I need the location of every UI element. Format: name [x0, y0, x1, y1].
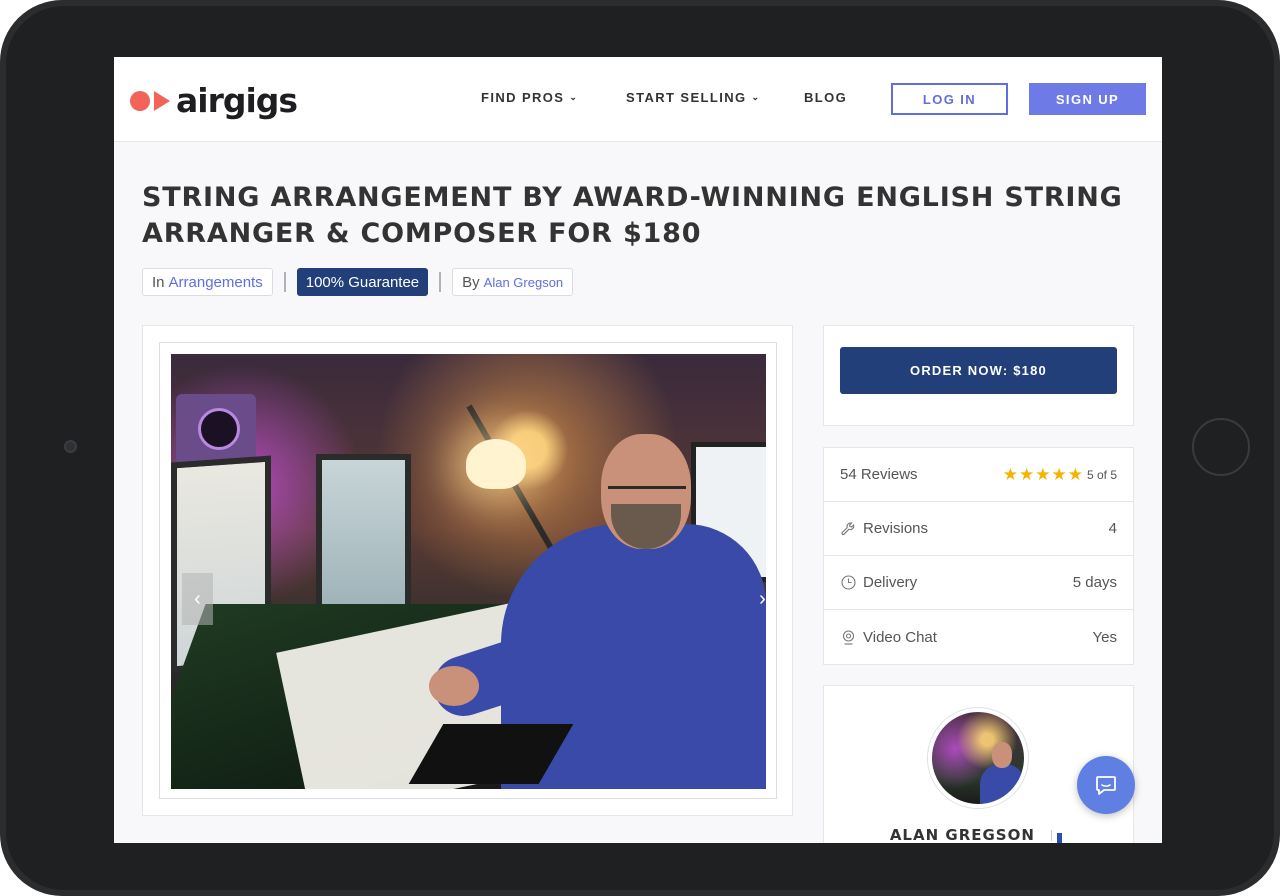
category-link[interactable]: Arrangements — [169, 274, 263, 291]
seller-link[interactable]: Alan Gregson — [484, 275, 564, 290]
photo-monitor — [316, 454, 411, 614]
tablet-camera — [64, 440, 77, 453]
gallery-next-button[interactable]: › — [747, 573, 766, 625]
photo-person-glasses — [608, 486, 686, 500]
divider — [283, 272, 286, 292]
site-header: airgigs FIND PROS ⌄ START SELLING ⌄ BLOG… — [114, 57, 1162, 142]
delivery-value: 5 days — [1072, 574, 1117, 591]
signup-button[interactable]: SIGN UP — [1029, 83, 1146, 115]
logo-play-icon — [154, 91, 170, 111]
star-icon: ★ — [1018, 465, 1035, 484]
site-logo[interactable]: airgigs — [130, 81, 298, 120]
webcam-icon — [840, 629, 856, 645]
divider — [439, 272, 442, 292]
flag-icon — [1051, 830, 1067, 843]
login-button[interactable]: LOG IN — [891, 83, 1008, 115]
gallery-frame: ‹ › — [159, 342, 777, 799]
nav-blog[interactable]: BLOG — [804, 90, 847, 105]
chevron-down-icon: ⌄ — [751, 92, 761, 102]
photo-lamp — [466, 439, 526, 489]
chat-bubble-icon — [1096, 776, 1116, 795]
tablet-frame: airgigs FIND PROS ⌄ START SELLING ⌄ BLOG… — [0, 0, 1280, 896]
nav-find-pros[interactable]: FIND PROS ⌄ — [481, 90, 578, 105]
reviews-count: 54 Reviews — [840, 466, 918, 483]
order-card: ORDER NOW: $180 — [823, 325, 1134, 426]
seller-prefix: By — [462, 273, 480, 291]
photo-person-hand — [429, 666, 479, 706]
gig-stats-card: 54 Reviews ★ ★ ★ ★ ★ 5 of 5 Revisions 4 … — [823, 447, 1134, 665]
nav-start-selling-label: START SELLING — [626, 90, 747, 105]
logo-text: airgigs — [176, 81, 298, 120]
seller-tag: By Alan Gregson — [452, 268, 574, 296]
videochat-row: Video Chat Yes — [824, 610, 1133, 664]
chevron-left-icon: ‹ — [194, 587, 201, 610]
nav-find-pros-label: FIND PROS — [481, 90, 565, 105]
avatar[interactable] — [928, 708, 1028, 808]
gallery-prev-button[interactable]: ‹ — [182, 573, 213, 625]
delivery-label: Delivery — [863, 574, 918, 591]
revisions-label: Revisions — [863, 520, 929, 537]
wrench-icon — [840, 521, 856, 537]
browser-viewport: airgigs FIND PROS ⌄ START SELLING ⌄ BLOG… — [114, 57, 1162, 843]
page-title: STRING ARRANGEMENT BY AWARD-WINNING ENGL… — [142, 182, 1123, 249]
reviews-row[interactable]: 54 Reviews ★ ★ ★ ★ ★ 5 of 5 — [824, 448, 1133, 502]
star-icon: ★ — [1067, 465, 1083, 484]
guarantee-badge[interactable]: 100% Guarantee — [296, 268, 429, 296]
photo-speaker — [176, 394, 256, 464]
category-tag: In Arrangements — [142, 268, 273, 296]
delivery-row: Delivery 5 days — [824, 556, 1133, 610]
chat-widget-button[interactable] — [1077, 756, 1135, 814]
seller-name-text: ALAN GREGSON — [889, 826, 1035, 843]
gig-photo: ‹ › — [171, 354, 766, 789]
star-icon: ★ — [1035, 465, 1051, 484]
rating-text: 5 of 5 — [1086, 467, 1117, 482]
videochat-value: Yes — [1092, 628, 1117, 646]
revisions-value: 4 — [1108, 520, 1117, 537]
nav-blog-label: BLOG — [804, 90, 848, 105]
gallery-panel: ‹ › — [142, 325, 793, 816]
order-now-button[interactable]: ORDER NOW: $180 — [840, 347, 1117, 394]
revisions-row: Revisions 4 — [824, 502, 1133, 556]
rating-stars: ★ ★ ★ ★ ★ 5 of 5 — [1002, 466, 1117, 483]
nav-start-selling[interactable]: START SELLING ⌄ — [626, 90, 760, 105]
star-icon: ★ — [1051, 465, 1067, 484]
seller-name[interactable]: ALAN GREGSON — [824, 826, 1133, 843]
videochat-label: Video Chat — [863, 628, 937, 646]
star-icon: ★ — [1002, 465, 1018, 484]
chevron-right-icon: › — [759, 587, 766, 610]
clock-icon — [840, 575, 856, 591]
logo-dot-icon — [130, 91, 150, 111]
category-prefix: In — [152, 273, 165, 291]
tablet-home-button — [1192, 418, 1250, 476]
chevron-down-icon: ⌄ — [569, 92, 579, 102]
gig-meta-tags: In Arrangements 100% Guarantee By Alan G… — [142, 268, 574, 296]
